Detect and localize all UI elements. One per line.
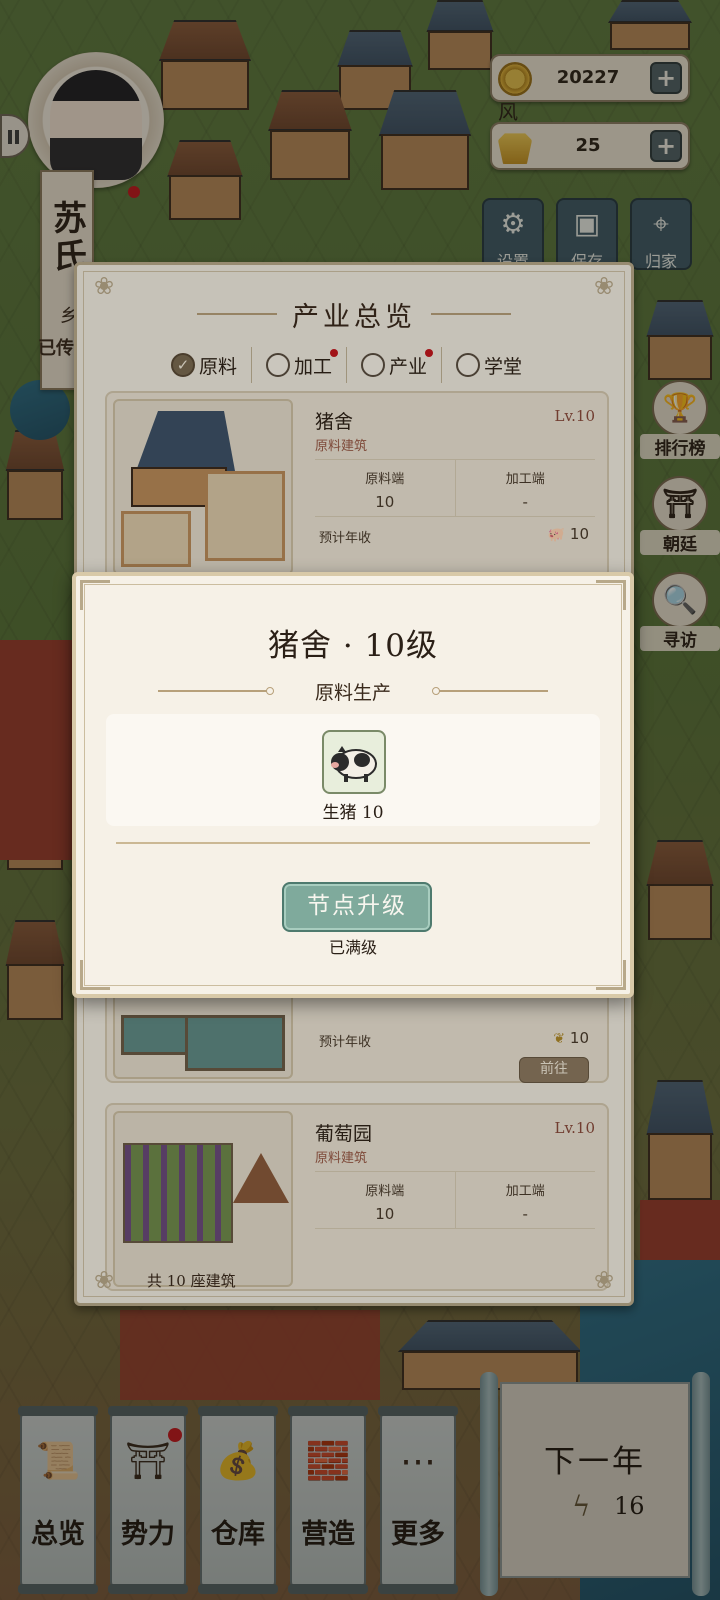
corner-ornament xyxy=(596,960,626,990)
building-detail-modal: 猪舍 · 10级 原料生产 生猪 10 节点升级 已满级 xyxy=(72,572,634,998)
notification-dot xyxy=(425,349,434,357)
filter-raw[interactable]: ✓ 原料 xyxy=(171,347,251,383)
overview-title: 产业总览 xyxy=(292,302,416,333)
radio-icon xyxy=(456,353,481,377)
process-stat: 加工端 - xyxy=(454,1172,596,1228)
building-type: 原料建筑 xyxy=(315,1151,368,1166)
production-box: 生猪 10 xyxy=(106,714,600,826)
subtitle-divider xyxy=(432,687,548,695)
live-pig-item[interactable] xyxy=(322,730,386,794)
upgrade-node-button[interactable]: 节点升级 xyxy=(282,882,432,932)
building-level: Lv.10 xyxy=(554,407,595,425)
raw-stat: 原料端 10 xyxy=(365,472,405,511)
category-filter: ✓ 原料 加工 产业 学堂 xyxy=(171,347,536,383)
item-label: 生猪 10 xyxy=(322,803,384,823)
pig-icon: 🐖 xyxy=(547,527,566,543)
building-name: 猪舍 xyxy=(315,411,354,433)
corner-ornament xyxy=(80,580,110,610)
lotus-ornament-icon: ❀ xyxy=(593,272,615,300)
lotus-ornament-icon: ❀ xyxy=(93,272,115,300)
goto-button[interactable]: 前往 xyxy=(519,1057,589,1083)
raw-stat: 原料端 10 xyxy=(365,1184,405,1223)
filter-industry[interactable]: 产业 xyxy=(346,347,441,383)
vineyard-illustration xyxy=(113,1111,293,1287)
title-divider xyxy=(431,313,511,315)
corner-ornament xyxy=(80,960,110,990)
filter-process[interactable]: 加工 xyxy=(251,347,346,383)
building-card-pigsty[interactable]: 猪舍 Lv.10 原料建筑 原料端 10 加工端 - 预计年收 🐖 10 xyxy=(105,391,609,579)
building-count: 共 10 座建筑 xyxy=(147,1272,236,1290)
checked-radio-icon: ✓ xyxy=(171,353,195,377)
yield-label: 预计年收 xyxy=(319,1035,372,1050)
pig-icon xyxy=(331,746,377,782)
yield-value: ❦ 10 xyxy=(553,1029,589,1047)
yield-label: 预计年收 xyxy=(319,531,372,546)
building-stats: 原料端 10 加工端 - xyxy=(315,459,595,517)
filter-school[interactable]: 学堂 xyxy=(441,347,536,383)
pigsty-illustration xyxy=(113,399,293,575)
building-card-vineyard[interactable]: 葡萄园 Lv.10 原料建筑 原料端 10 加工端 - xyxy=(105,1103,609,1291)
wheat-icon: ❦ xyxy=(553,1031,566,1047)
radio-icon xyxy=(266,353,291,377)
building-name: 葡萄园 xyxy=(315,1123,373,1145)
modal-divider xyxy=(116,842,590,844)
yield-value: 🐖 10 xyxy=(547,525,589,543)
corner-ornament xyxy=(596,580,626,610)
lotus-ornament-icon: ❀ xyxy=(593,1266,615,1294)
max-level-status: 已满级 xyxy=(328,938,377,957)
building-stats: 原料端 10 加工端 - xyxy=(315,1171,595,1229)
modal-title: 猪舍 · 10级 xyxy=(267,628,438,664)
building-type: 原料建筑 xyxy=(315,439,368,454)
lotus-ornament-icon: ❀ xyxy=(93,1266,115,1294)
notification-dot xyxy=(330,349,339,357)
process-stat: 加工端 - xyxy=(454,460,596,516)
radio-icon xyxy=(361,353,386,377)
building-level: Lv.10 xyxy=(554,1119,595,1137)
